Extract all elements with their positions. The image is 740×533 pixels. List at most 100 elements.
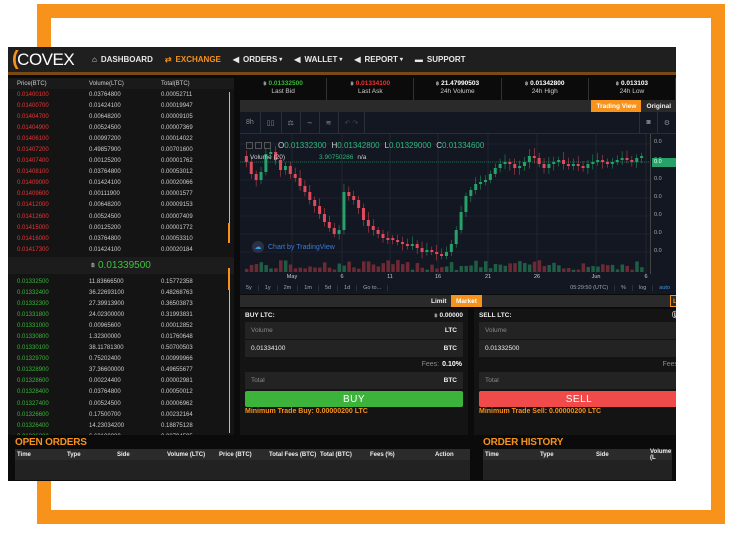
- bid-row[interactable]: 0.01328900 37.36600000 0.49655677: [8, 365, 234, 376]
- asks-scrollbar-thumb[interactable]: [228, 223, 230, 243]
- ask-row[interactable]: 0.01409600 0.00111900 0.00001577: [8, 189, 234, 200]
- bid-row[interactable]: 0.01326600 0.17500700 0.00232164: [8, 409, 234, 420]
- tab-trading-view[interactable]: Trading View: [591, 100, 642, 112]
- row-total: 0.00001772: [161, 224, 193, 231]
- bid-row[interactable]: 0.01328600 0.00224400 0.00002981: [8, 376, 234, 387]
- price-axis[interactable]: 0.00.00.00.00.00.00.00.0: [650, 134, 676, 274]
- undo-icon[interactable]: ↶ ↷: [339, 111, 366, 134]
- bids-scrollbar-thumb[interactable]: [228, 268, 230, 290]
- candle-body: [640, 156, 644, 158]
- candle-body: [332, 228, 336, 234]
- open-orders-table-body: [15, 460, 470, 480]
- bid-row[interactable]: 0.01326400 14.23034200 0.18875128: [8, 420, 234, 431]
- ask-row[interactable]: 0.01412600 0.00524500 0.00007409: [8, 211, 234, 222]
- ask-row[interactable]: 0.01400700 0.01424100 0.00019947: [8, 100, 234, 111]
- tab-market[interactable]: Market: [451, 295, 482, 307]
- col-side[interactable]: Side: [117, 452, 130, 458]
- line-tool-icon[interactable]: ∼: [301, 111, 320, 134]
- ask-row[interactable]: 0.01406100 0.00997200 0.00014022: [8, 133, 234, 144]
- volume-bar: [381, 263, 386, 272]
- range-1d[interactable]: 1d: [338, 285, 358, 291]
- col-volume-ltc-[interactable]: Volume (LTC): [167, 452, 205, 458]
- bid-row[interactable]: 0.01330100 38.11781300 0.50700503: [8, 343, 234, 354]
- sell-button[interactable]: SELL: [479, 391, 676, 407]
- bid-row[interactable]: 0.01330800 1.32300000 0.01760648: [8, 331, 234, 342]
- col-side[interactable]: Side: [596, 452, 609, 458]
- col-time[interactable]: Time: [17, 452, 31, 458]
- col-volume-l[interactable]: Volume (L: [650, 449, 672, 461]
- sell-price-input[interactable]: 0.01332500: [479, 340, 676, 357]
- col-total-fees-btc-[interactable]: Total Fees (BTC): [269, 452, 316, 458]
- bid-row[interactable]: 0.01332500 11.83666500 0.15772358: [8, 276, 234, 287]
- bid-row[interactable]: 0.01328400 0.03764800 0.00050012: [8, 387, 234, 398]
- ask-row[interactable]: 0.01412000 0.00648200 0.00009153: [8, 200, 234, 211]
- range-Goto[interactable]: Go to...: [357, 285, 389, 291]
- nav-exchange[interactable]: ⇄ EXCHANGE: [165, 55, 221, 64]
- asks-scrollbar-track[interactable]: [229, 92, 230, 242]
- toggle-icon[interactable]: [255, 142, 262, 149]
- interval-selector[interactable]: 8h: [240, 111, 261, 134]
- range-2m[interactable]: 2m: [278, 285, 299, 291]
- ask-row[interactable]: 0.01408100 0.03764800 0.00053012: [8, 167, 234, 178]
- ask-row[interactable]: 0.01407200 0.49857900 0.00701600: [8, 144, 234, 155]
- col-time[interactable]: Time: [485, 452, 499, 458]
- buy-price-input[interactable]: 0.01334100 BTC: [245, 340, 463, 357]
- tab-limit[interactable]: Limit: [426, 295, 452, 307]
- sell-total-input[interactable]: Total: [479, 372, 676, 389]
- col-fees-[interactable]: Fees (%): [370, 452, 395, 458]
- nav-orders[interactable]: ◀ ORDERS ▾: [233, 55, 282, 64]
- buy-volume-input[interactable]: Volume LTC: [245, 322, 463, 339]
- auto-scale-toggle[interactable]: auto: [653, 285, 676, 291]
- bid-row[interactable]: 0.01327400 0.00524500 0.00006962: [8, 398, 234, 409]
- row-price: 0.01409000: [17, 180, 49, 187]
- tab-original[interactable]: Original: [641, 100, 676, 112]
- range-1m[interactable]: 1m: [298, 285, 319, 291]
- tradingview-watermark[interactable]: ☁ Chart by TradingView: [252, 241, 335, 253]
- range-1y[interactable]: 1y: [259, 285, 278, 291]
- log-scale-toggle[interactable]: log: [633, 285, 654, 291]
- ask-row[interactable]: 0.01407400 0.00125200 0.00001762: [8, 156, 234, 167]
- nav-dashboard[interactable]: ⌂ DASHBOARD: [92, 55, 153, 64]
- col-price-btc-[interactable]: Price (BTC): [219, 452, 252, 458]
- candle-body: [630, 160, 634, 162]
- covex-logo[interactable]: ( COVEX: [8, 47, 80, 74]
- row-volume: 1.32300000: [89, 334, 121, 341]
- bid-row[interactable]: 0.01332400 36.22693100 0.48268763: [8, 287, 234, 298]
- col-action[interactable]: Action: [435, 452, 454, 458]
- buy-total-input[interactable]: Total BTC: [245, 372, 463, 389]
- candle-body: [405, 244, 409, 246]
- buy-button[interactable]: BUY: [245, 391, 463, 407]
- bid-row[interactable]: 0.01331000 0.00965600 0.00012852: [8, 320, 234, 331]
- percent-scale-toggle[interactable]: %: [615, 285, 633, 291]
- ask-row[interactable]: 0.01417300 0.01424100 0.00020184: [8, 244, 234, 255]
- ask-row[interactable]: 0.01409000 0.01424100 0.00020066: [8, 178, 234, 189]
- range-5d[interactable]: 5d: [319, 285, 339, 291]
- ask-row[interactable]: 0.01415000 0.00125200 0.00001772: [8, 222, 234, 233]
- sell-volume-input[interactable]: Volume: [479, 322, 676, 339]
- row-price: 0.01328900: [17, 367, 49, 374]
- settings-gear-icon[interactable]: ⚙: [656, 111, 676, 134]
- indicators-icon[interactable]: ⚖: [282, 111, 301, 134]
- ask-row[interactable]: 0.01400100 0.03764800 0.00052711: [8, 89, 234, 100]
- bid-row[interactable]: 0.01331800 24.02300000 0.31993831: [8, 309, 234, 320]
- candle-style-icon[interactable]: ▯▯: [261, 111, 282, 134]
- col-total-btc-[interactable]: Total (BTC): [320, 452, 352, 458]
- candle-body: [518, 166, 522, 168]
- col-type[interactable]: Type: [540, 452, 554, 458]
- ask-row[interactable]: 0.01404900 0.00524500 0.00007369: [8, 122, 234, 133]
- ask-row[interactable]: 0.01416000 0.03764800 0.00053310: [8, 233, 234, 244]
- nav-report[interactable]: ◀ REPORT ▾: [354, 55, 403, 64]
- range-5y[interactable]: 5y: [240, 285, 259, 291]
- nav-wallet[interactable]: ◀ WALLET ▾: [294, 55, 342, 64]
- collapse-icon[interactable]: [246, 142, 253, 149]
- toggle-icon-2[interactable]: [264, 142, 271, 149]
- col-type[interactable]: Type: [67, 452, 81, 458]
- bids-scrollbar-track[interactable]: [229, 268, 230, 433]
- bid-row[interactable]: 0.01332300 27.39913900 0.36503873: [8, 298, 234, 309]
- camera-icon[interactable]: ◙: [639, 111, 656, 134]
- bid-row[interactable]: 0.01329700 0.75202400 0.00999966: [8, 354, 234, 365]
- compare-icon[interactable]: ≋: [320, 111, 339, 134]
- ask-row[interactable]: 0.01404700 0.00648200 0.00009105: [8, 111, 234, 122]
- tab-limit-right[interactable]: L: [670, 295, 676, 307]
- nav-support[interactable]: ▬ SUPPORT: [415, 55, 466, 64]
